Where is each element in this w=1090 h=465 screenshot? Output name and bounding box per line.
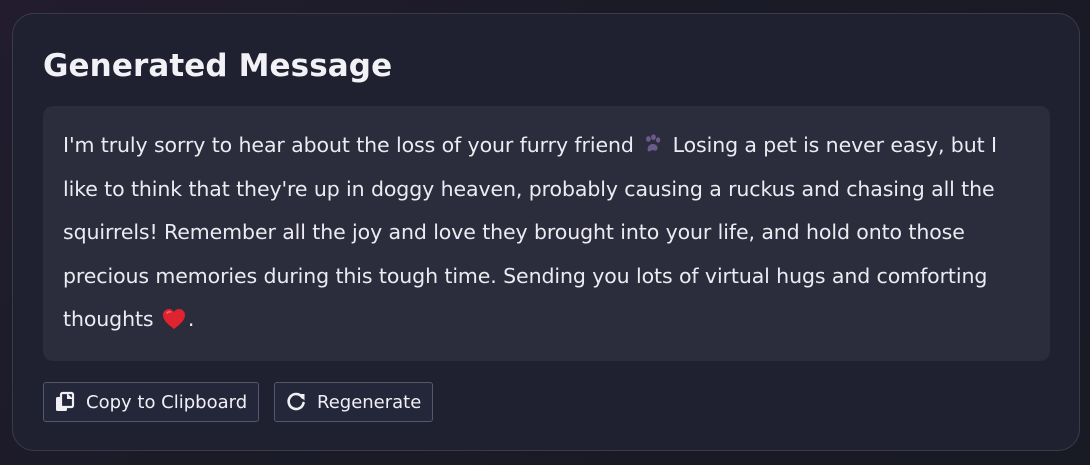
copy-button-label: Copy to Clipboard [86,391,248,413]
copy-icon [54,391,76,413]
page-background: Generated Message I'm truly sorry to hea… [0,0,1090,465]
copy-to-clipboard-button[interactable]: Copy to Clipboard [43,382,259,422]
regenerate-button-label: Regenerate [317,391,422,413]
message-box: I'm truly sorry to hear about the loss o… [43,106,1050,361]
paw-prints-icon [646,134,661,152]
message-text: I'm truly sorry to hear about the loss o… [63,124,1030,342]
message-text-part-2: Losing a pet is never easy, but I like t… [63,133,997,331]
generated-message-card: Generated Message I'm truly sorry to hea… [12,13,1080,451]
card-title: Generated Message [43,48,393,84]
red-heart-icon [162,309,185,329]
message-text-part-3: . [187,307,195,331]
message-text-part-1: I'm truly sorry to hear about the loss o… [63,133,641,157]
regenerate-button[interactable]: Regenerate [274,382,433,422]
refresh-icon [285,391,307,413]
